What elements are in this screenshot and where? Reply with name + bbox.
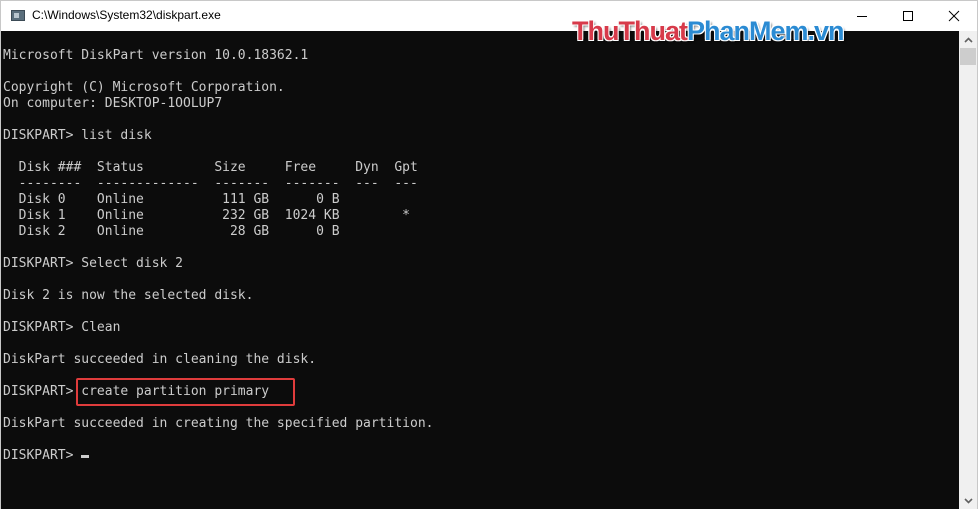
chevron-up-icon bbox=[963, 36, 973, 43]
scroll-up-button[interactable] bbox=[959, 31, 977, 48]
minimize-icon bbox=[857, 16, 867, 17]
console-line: Copyright (C) Microsoft Corporation. bbox=[3, 80, 433, 96]
console-line-text: DISKPART> list disk bbox=[3, 128, 152, 143]
console-app-icon bbox=[11, 10, 25, 21]
console-line-text: Disk 2 is now the selected disk. bbox=[3, 288, 254, 303]
console-window: C:\Windows\System32\diskpart.exe ThuThua… bbox=[0, 0, 978, 509]
console-line-text: Microsoft DiskPart version 10.0.18362.1 bbox=[3, 48, 309, 63]
console-line: DISKPART> bbox=[3, 448, 433, 464]
watermark-part1: ThuThuat bbox=[572, 16, 688, 46]
command-highlight-box bbox=[76, 378, 295, 406]
text-cursor bbox=[81, 455, 90, 458]
console-line-text: DISKPART> bbox=[3, 448, 82, 463]
scroll-down-button[interactable] bbox=[959, 492, 977, 509]
maximize-icon bbox=[903, 11, 913, 21]
chevron-down-icon bbox=[963, 497, 973, 504]
console-line: -------- ------------- ------- ------- -… bbox=[3, 176, 433, 192]
console-line-text: DiskPart succeeded in cleaning the disk. bbox=[3, 352, 317, 367]
vertical-scrollbar[interactable] bbox=[959, 31, 977, 509]
close-button[interactable] bbox=[931, 1, 977, 31]
console-line: On computer: DESKTOP-1OOLUP7 bbox=[3, 96, 433, 112]
console-output-area[interactable]: Microsoft DiskPart version 10.0.18362.1 C… bbox=[1, 31, 959, 509]
watermark-part2: PhanMem.vn bbox=[686, 16, 845, 46]
console-line: DiskPart succeeded in creating the speci… bbox=[3, 416, 433, 432]
console-line-text: Disk 1 Online 232 GB 1024 KB * bbox=[3, 208, 410, 223]
window-title: C:\Windows\System32\diskpart.exe bbox=[32, 8, 221, 22]
maximize-button[interactable] bbox=[885, 1, 931, 31]
console-line-text: Copyright (C) Microsoft Corporation. bbox=[3, 80, 285, 95]
console-line-text: Disk 0 Online 111 GB 0 B bbox=[3, 192, 340, 207]
minimize-button[interactable] bbox=[839, 1, 885, 31]
console-line-text: On computer: DESKTOP-1OOLUP7 bbox=[3, 96, 223, 111]
console-line-text: Disk ### Status Size Free Dyn Gpt bbox=[3, 160, 418, 175]
console-line-text: -------- ------------- ------- ------- -… bbox=[3, 176, 418, 191]
console-line-text: DiskPart succeeded in creating the speci… bbox=[3, 416, 434, 431]
console-line: DiskPart succeeded in cleaning the disk. bbox=[3, 352, 433, 368]
watermark-logo: ThuThuatPhanMem.vn bbox=[572, 16, 845, 47]
console-line-text: Disk 2 Online 28 GB 0 B bbox=[3, 224, 340, 239]
close-icon bbox=[948, 10, 960, 22]
console-line-text: DISKPART> Select disk 2 bbox=[3, 256, 184, 271]
console-line: Disk ### Status Size Free Dyn Gpt bbox=[3, 160, 433, 176]
console-line: Disk 1 Online 232 GB 1024 KB * bbox=[3, 208, 433, 224]
console-line: DISKPART> list disk bbox=[3, 128, 433, 144]
console-line-text: DISKPART> Clean bbox=[3, 320, 121, 335]
console-line: Disk 2 Online 28 GB 0 B bbox=[3, 224, 433, 240]
console-line: DISKPART> Clean bbox=[3, 320, 433, 336]
scrollbar-thumb[interactable] bbox=[960, 48, 976, 65]
console-line: DISKPART> Select disk 2 bbox=[3, 256, 433, 272]
console-line: Disk 2 is now the selected disk. bbox=[3, 288, 433, 304]
console-line: Disk 0 Online 111 GB 0 B bbox=[3, 192, 433, 208]
console-line: Microsoft DiskPart version 10.0.18362.1 bbox=[3, 48, 433, 64]
